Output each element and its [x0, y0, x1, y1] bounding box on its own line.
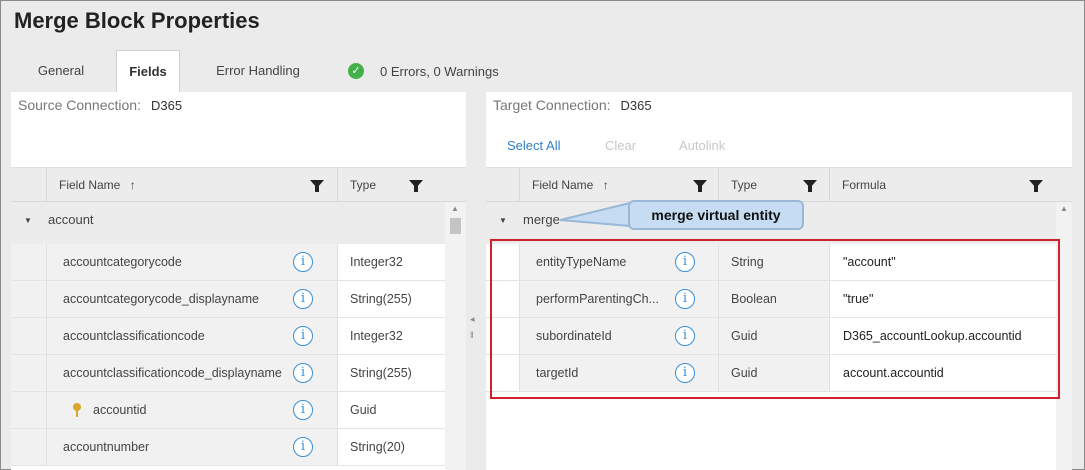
- field-name-cell: accountcategorycode_displayname i: [46, 281, 337, 317]
- type-cell: Guid: [337, 392, 445, 428]
- source-panel: Source Connection: D365 Field Name ↑ Type…: [11, 92, 466, 470]
- status-text: 0 Errors, 0 Warnings: [380, 63, 499, 79]
- info-icon[interactable]: i: [293, 437, 313, 457]
- target-type-label: Type: [731, 178, 758, 192]
- field-name-cell: accountcategorycode i: [46, 244, 337, 280]
- table-row[interactable]: accountcategorycode i Integer32: [11, 244, 445, 281]
- collapse-left-icon[interactable]: ◂: [470, 314, 475, 325]
- check-circle-icon: ✓: [348, 63, 364, 79]
- key-icon: [73, 403, 81, 417]
- tab-error-handling[interactable]: Error Handling: [198, 50, 318, 92]
- select-all-link[interactable]: Select All: [507, 138, 560, 153]
- field-name-cell: accountclassificationcode i: [46, 318, 337, 354]
- autolink-link[interactable]: Autolink: [679, 138, 725, 153]
- field-name-cell: accountid i: [46, 392, 337, 428]
- formula-label: Formula: [842, 178, 887, 192]
- type-cell: String(255): [337, 355, 445, 391]
- filter-icon[interactable]: [803, 180, 817, 192]
- panel-splitter[interactable]: ◂ ‖: [466, 92, 486, 470]
- filter-icon[interactable]: [693, 180, 707, 192]
- scroll-up-icon[interactable]: ▲: [1060, 204, 1068, 213]
- collapse-caret-icon[interactable]: ▼: [499, 216, 507, 225]
- source-group-row[interactable]: ▼ account: [11, 202, 445, 244]
- source-connection: Source Connection: D365: [18, 97, 182, 113]
- splitter-grip-icon[interactable]: ‖: [470, 330, 474, 340]
- source-field-name-label: Field Name: [59, 178, 121, 192]
- source-connection-value: D365: [150, 98, 183, 113]
- table-row[interactable]: accountnumber i String(20): [11, 429, 445, 466]
- target-group-label: merge: [523, 212, 560, 227]
- target-connection-label: Target Connection:: [493, 97, 611, 113]
- info-icon[interactable]: i: [293, 252, 313, 272]
- target-grid-header: Field Name ↑ Type Formula: [486, 167, 1072, 202]
- table-row[interactable]: accountclassificationcode_displayname i S…: [11, 355, 445, 392]
- info-icon[interactable]: i: [293, 289, 313, 309]
- type-cell: String(255): [337, 281, 445, 317]
- collapse-caret-icon[interactable]: ▼: [24, 216, 32, 225]
- table-row[interactable]: accountid i Guid: [11, 392, 445, 429]
- target-connection: Target Connection: D365: [493, 97, 652, 113]
- source-group-label: account: [48, 212, 94, 227]
- source-scrollbar[interactable]: ▲: [445, 202, 466, 470]
- source-type-label: Type: [350, 178, 377, 192]
- tab-bar: General Fields Error Handling ✓ 0 Errors…: [10, 50, 1085, 92]
- type-cell: Integer32: [337, 318, 445, 354]
- table-row[interactable]: accountclassificationcode i Integer32: [11, 318, 445, 355]
- sort-ascending-icon: ↑: [602, 178, 609, 192]
- table-row[interactable]: accountcategorycode_displayname i String(…: [11, 281, 445, 318]
- highlight-box: [490, 239, 1060, 399]
- clear-link[interactable]: Clear: [605, 138, 636, 153]
- target-connection-value: D365: [620, 98, 652, 113]
- tab-fields[interactable]: Fields: [116, 50, 180, 92]
- formula-header[interactable]: Formula: [829, 168, 1056, 202]
- target-type-header[interactable]: Type: [718, 168, 829, 202]
- type-cell: Integer32: [337, 244, 445, 280]
- callout-pointer: [560, 201, 631, 228]
- source-grid-header: Field Name ↑ Type: [11, 167, 466, 202]
- info-icon[interactable]: i: [293, 326, 313, 346]
- sort-ascending-icon: ↑: [129, 178, 136, 192]
- scroll-up-icon[interactable]: ▲: [451, 204, 459, 213]
- info-icon[interactable]: i: [293, 400, 313, 420]
- target-field-name-header[interactable]: Field Name ↑: [519, 168, 718, 202]
- validation-status: ✓ 0 Errors, 0 Warnings: [348, 50, 499, 92]
- info-icon[interactable]: i: [293, 363, 313, 383]
- annotation-callout: merge virtual entity: [628, 200, 804, 230]
- field-name-cell: accountclassificationcode_displayname i: [46, 355, 337, 391]
- tab-general[interactable]: General: [10, 50, 112, 92]
- source-connection-label: Source Connection:: [18, 97, 141, 113]
- dialog-title: Merge Block Properties: [14, 8, 260, 33]
- source-type-header[interactable]: Type: [337, 168, 445, 202]
- target-field-name-label: Field Name: [532, 178, 594, 192]
- type-cell: String(20): [337, 429, 445, 465]
- filter-icon[interactable]: [409, 180, 423, 192]
- field-name-cell: accountnumber i: [46, 429, 337, 465]
- filter-icon[interactable]: [1029, 180, 1043, 192]
- scrollbar-thumb[interactable]: [450, 218, 461, 234]
- source-field-name-header[interactable]: Field Name ↑: [46, 168, 337, 202]
- filter-icon[interactable]: [310, 180, 324, 192]
